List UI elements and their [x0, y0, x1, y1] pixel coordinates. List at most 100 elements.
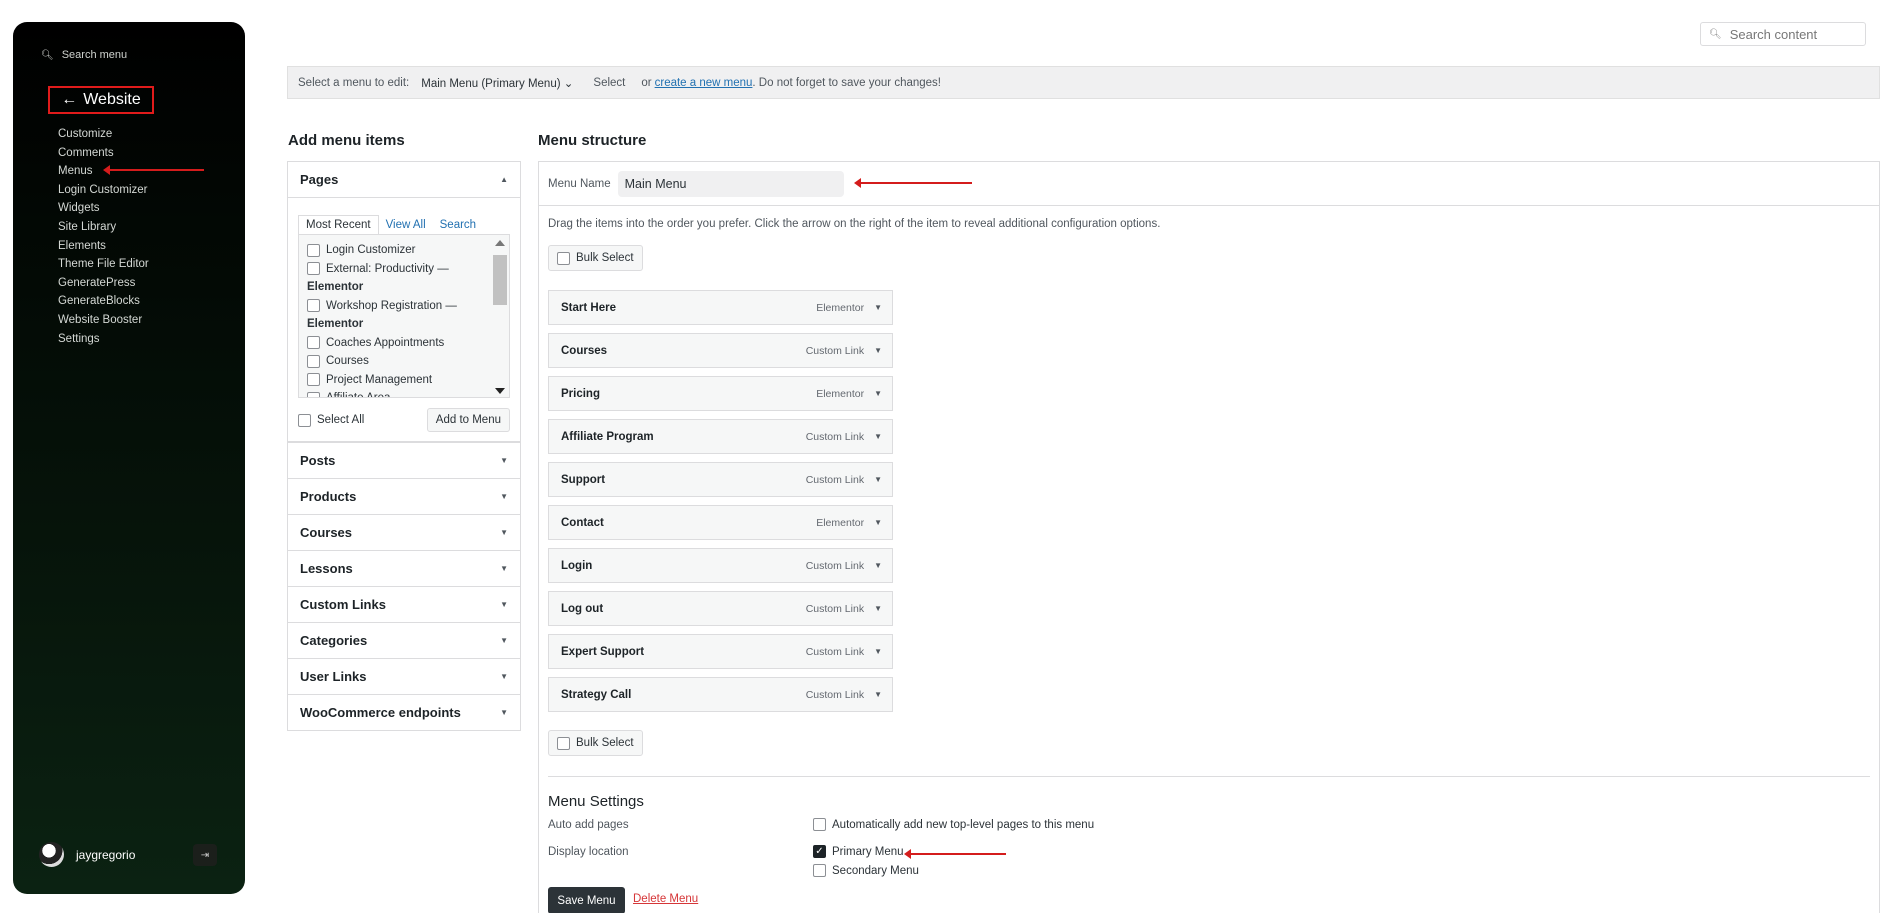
- page-label: Login Customizer: [326, 244, 416, 256]
- checkbox[interactable]: [557, 736, 570, 750]
- triangle-down-icon[interactable]: ▼: [874, 690, 882, 699]
- list-item[interactable]: Login Customizer: [307, 241, 509, 260]
- menu-structure-panel: Menu Name Main Menu Drag the items into …: [538, 161, 1880, 913]
- menu-item[interactable]: Start Here Elementor ▼: [548, 290, 893, 325]
- triangle-down-icon[interactable]: ▼: [874, 432, 882, 441]
- menu-item-type: Custom Link: [805, 473, 865, 486]
- checkbox[interactable]: [307, 243, 320, 257]
- checkbox[interactable]: [307, 262, 320, 276]
- add-to-menu-button[interactable]: Add to Menu: [426, 408, 510, 432]
- accordion-label: Posts: [300, 453, 336, 468]
- checkbox[interactable]: [307, 336, 320, 350]
- sidebar-item-customize[interactable]: Customize: [58, 125, 149, 144]
- sidebar-item-theme-file-editor[interactable]: Theme File Editor: [58, 255, 149, 274]
- accordion-custom-links[interactable]: Custom Links ▼: [288, 586, 520, 622]
- tab-search[interactable]: Search: [433, 216, 483, 234]
- logout-icon[interactable]: ⇥: [193, 844, 217, 866]
- checkbox[interactable]: [307, 299, 320, 313]
- user-profile[interactable]: jaygregorio: [39, 842, 135, 867]
- chevron-down-icon: ⌄: [563, 77, 574, 90]
- sidebar-item-website-booster[interactable]: Website Booster: [58, 311, 149, 330]
- arrow-left-icon: ←: [61, 91, 78, 108]
- tab-most-recent[interactable]: Most Recent: [298, 215, 379, 234]
- sidebar-item-settings[interactable]: Settings: [58, 330, 149, 349]
- menu-item-title: Log out: [561, 602, 604, 615]
- checkbox[interactable]: [298, 413, 311, 427]
- bulk-select-button-top[interactable]: Bulk Select: [548, 245, 643, 271]
- menu-item[interactable]: Support Custom Link ▼: [548, 462, 893, 497]
- list-item[interactable]: Affiliate Area: [307, 389, 509, 397]
- checkbox[interactable]: [813, 864, 826, 877]
- accordion-user-links[interactable]: User Links ▼: [288, 658, 520, 694]
- triangle-up-icon: ▲: [500, 175, 508, 184]
- triangle-down-icon[interactable]: ▼: [874, 518, 882, 527]
- tab-view-all[interactable]: View All: [379, 216, 433, 234]
- sidebar-search[interactable]: 🔍︎ Search menu: [41, 49, 127, 61]
- sidebar-item-site-library[interactable]: Site Library: [58, 218, 149, 237]
- triangle-down-icon[interactable]: ▼: [874, 303, 882, 312]
- back-to-website-button[interactable]: ← Website: [48, 86, 154, 114]
- accordion-products[interactable]: Products ▼: [288, 478, 520, 514]
- triangle-down-icon[interactable]: ▼: [874, 604, 882, 613]
- delete-menu-link[interactable]: Delete Menu: [633, 893, 698, 905]
- save-menu-button[interactable]: Save Menu: [548, 887, 625, 913]
- accordion-lessons[interactable]: Lessons ▼: [288, 550, 520, 586]
- menu-item[interactable]: Strategy Call Custom Link ▼: [548, 677, 893, 712]
- scroll-thumb[interactable]: [493, 255, 507, 305]
- select-menu-button[interactable]: Select: [593, 77, 625, 89]
- checkbox[interactable]: [307, 373, 320, 387]
- sidebar-item-widgets[interactable]: Widgets: [58, 199, 149, 218]
- menu-item[interactable]: Pricing Elementor ▼: [548, 376, 893, 411]
- auto-add-pages-option[interactable]: Automatically add new top-level pages to…: [813, 818, 1094, 831]
- triangle-down-icon[interactable]: ▼: [874, 475, 882, 484]
- auto-add-option-label: Automatically add new top-level pages to…: [832, 818, 1095, 831]
- sidebar-item-generatepress[interactable]: GeneratePress: [58, 274, 149, 293]
- triangle-down-icon[interactable]: ▼: [874, 647, 882, 656]
- location-primary-menu[interactable]: ✓ Primary Menu: [813, 845, 904, 858]
- list-item[interactable]: External: Productivity —: [307, 260, 509, 279]
- sidebar-item-generateblocks[interactable]: GenerateBlocks: [58, 292, 149, 311]
- triangle-down-icon[interactable]: ▼: [874, 389, 882, 398]
- sidebar-item-login-customizer[interactable]: Login Customizer: [58, 181, 149, 200]
- list-item[interactable]: Courses: [307, 352, 509, 371]
- scroll-down-icon[interactable]: [495, 388, 505, 394]
- menu-structure-title: Menu structure: [538, 132, 647, 149]
- checkbox[interactable]: [557, 251, 570, 265]
- create-new-menu-link[interactable]: create a new menu: [655, 77, 753, 89]
- scrollbar[interactable]: [491, 238, 507, 394]
- checkbox[interactable]: [813, 818, 826, 831]
- accordion-woocommerce-endpoints[interactable]: WooCommerce endpoints ▼: [288, 694, 520, 730]
- checkbox[interactable]: [307, 391, 320, 397]
- menu-item[interactable]: Log out Custom Link ▼: [548, 591, 893, 626]
- menu-name-input[interactable]: Main Menu: [617, 170, 844, 197]
- list-item[interactable]: Workshop Registration —: [307, 297, 509, 316]
- accordion-courses[interactable]: Courses ▼: [288, 514, 520, 550]
- divider: [548, 776, 1870, 777]
- scroll-up-icon[interactable]: [495, 240, 505, 246]
- select-all-checkbox[interactable]: Select All: [298, 413, 364, 427]
- checkbox-checked[interactable]: ✓: [813, 845, 826, 858]
- bulk-select-button-bottom[interactable]: Bulk Select: [548, 730, 643, 756]
- triangle-down-icon[interactable]: ▼: [874, 346, 882, 355]
- menu-name-label: Menu Name: [548, 177, 611, 190]
- location-secondary-menu[interactable]: Secondary Menu: [813, 864, 919, 877]
- menu-item[interactable]: Courses Custom Link ▼: [548, 333, 893, 368]
- accordion-posts[interactable]: Posts ▼: [288, 442, 520, 478]
- search-content-input[interactable]: 🔍︎ Search content: [1700, 22, 1866, 46]
- list-item[interactable]: Coaches Appointments: [307, 334, 509, 353]
- checkbox[interactable]: [307, 354, 320, 368]
- menu-item[interactable]: Expert Support Custom Link ▼: [548, 634, 893, 669]
- menu-select[interactable]: Main Menu (Primary Menu) ⌄: [421, 76, 573, 90]
- sidebar-item-elements[interactable]: Elements: [58, 237, 149, 256]
- accordion-pages[interactable]: Pages ▲: [288, 162, 520, 198]
- sidebar-item-comments[interactable]: Comments: [58, 144, 149, 163]
- pages-checklist[interactable]: Login Customizer External: Productivity …: [298, 234, 510, 398]
- annotation-arrow-primary-menu: [904, 849, 1006, 859]
- menu-item[interactable]: Login Custom Link ▼: [548, 548, 893, 583]
- menu-item[interactable]: Affiliate Program Custom Link ▼: [548, 419, 893, 454]
- accordion-categories[interactable]: Categories ▼: [288, 622, 520, 658]
- menu-item[interactable]: Contact Elementor ▼: [548, 505, 893, 540]
- list-item[interactable]: Project Management: [307, 371, 509, 390]
- triangle-down-icon: ▼: [500, 636, 508, 645]
- triangle-down-icon[interactable]: ▼: [874, 561, 882, 570]
